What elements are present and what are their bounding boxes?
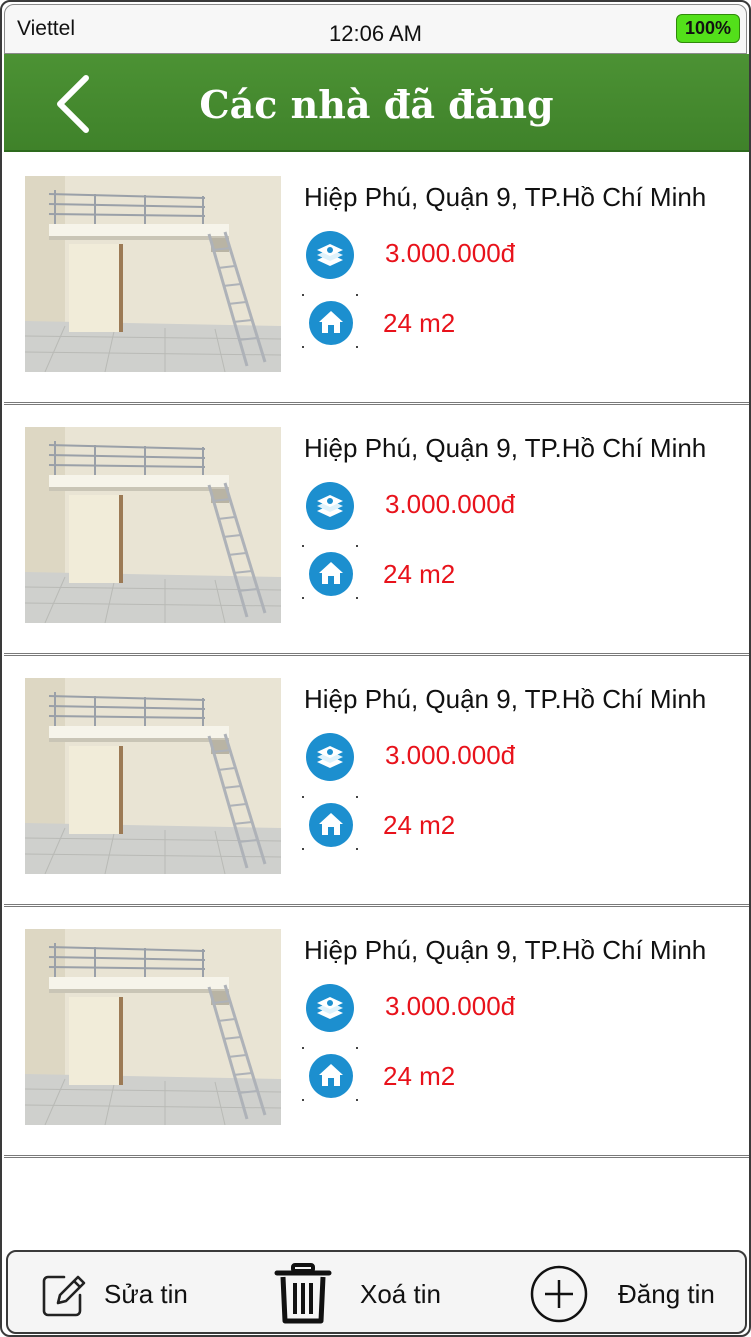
divider-dot (302, 1099, 304, 1101)
listing-row[interactable]: Hiệp Phú, Quận 9, TP.Hồ Chí Minh 3.000.0… (4, 154, 749, 405)
listing-list: Hiệp Phú, Quận 9, TP.Hồ Chí Minh 3.000.0… (4, 154, 749, 1158)
post-listing-label: Đăng tin (618, 1278, 715, 1309)
listing-price: 3.000.000đ (385, 489, 516, 519)
listing-address: Hiệp Phú, Quận 9, TP.Hồ Chí Minh (304, 433, 707, 463)
divider-dot (302, 796, 304, 798)
phone-screen: Viettel 12:06 AM 100% Các nhà đã đăng Hi… (0, 0, 751, 1337)
money-icon (305, 230, 355, 280)
divider-dot (302, 545, 304, 547)
divider-dot (302, 294, 304, 296)
listing-row[interactable]: Hiệp Phú, Quận 9, TP.Hồ Chí Minh 3.000.0… (4, 907, 749, 1158)
listing-area: 24 m2 (383, 1061, 456, 1091)
divider-dot (302, 1047, 304, 1049)
listing-area: 24 m2 (383, 810, 456, 840)
divider-dot (356, 545, 358, 547)
listing-row[interactable]: Hiệp Phú, Quận 9, TP.Hồ Chí Minh 3.000.0… (4, 405, 749, 656)
bottom-toolbar: Sửa tin Xoá tin Đăng tin (6, 1250, 747, 1334)
listing-photo (25, 427, 281, 623)
divider-dot (356, 346, 358, 348)
page-title: Các nhà đã đăng (199, 82, 554, 127)
listing-area: 24 m2 (383, 308, 456, 338)
battery-indicator: 100% (676, 14, 740, 43)
listing-row[interactable]: Hiệp Phú, Quận 9, TP.Hồ Chí Minh 3.000.0… (4, 656, 749, 907)
home-icon (308, 300, 354, 346)
home-icon (308, 551, 354, 597)
divider-dot (356, 597, 358, 599)
navigation-bar: Các nhà đã đăng (4, 54, 749, 152)
divider-dot (356, 1099, 358, 1101)
listing-photo (25, 176, 281, 372)
divider-dot (356, 848, 358, 850)
listing-address: Hiệp Phú, Quận 9, TP.Hồ Chí Minh (304, 935, 707, 965)
home-icon (308, 802, 354, 848)
divider-dot (302, 848, 304, 850)
listing-price: 3.000.000đ (385, 991, 516, 1021)
trash-icon (274, 1263, 332, 1324)
listing-address: Hiệp Phú, Quận 9, TP.Hồ Chí Minh (304, 684, 707, 714)
money-icon (305, 481, 355, 531)
edit-listing-label: Sửa tin (104, 1278, 188, 1309)
delete-listing-button[interactable]: Xoá tin (274, 1252, 441, 1335)
status-bar: Viettel 12:06 AM 100% (4, 4, 747, 54)
divider-dot (302, 597, 304, 599)
listing-price: 3.000.000đ (385, 740, 516, 770)
money-icon (305, 732, 355, 782)
listing-photo (25, 929, 281, 1125)
add-circle-icon (530, 1265, 588, 1323)
listing-area: 24 m2 (383, 559, 456, 589)
status-time: 12:06 AM (329, 21, 422, 46)
delete-listing-label: Xoá tin (360, 1278, 441, 1309)
money-icon (305, 983, 355, 1033)
listing-price: 3.000.000đ (385, 238, 516, 268)
divider-dot (356, 294, 358, 296)
edit-listing-button[interactable]: Sửa tin (38, 1252, 188, 1335)
post-listing-button[interactable]: Đăng tin (530, 1252, 715, 1335)
divider-dot (356, 1047, 358, 1049)
home-icon (308, 1053, 354, 1099)
listing-photo (25, 678, 281, 874)
divider-dot (302, 346, 304, 348)
divider-dot (356, 796, 358, 798)
listing-address: Hiệp Phú, Quận 9, TP.Hồ Chí Minh (304, 182, 707, 212)
edit-icon (42, 1275, 86, 1317)
